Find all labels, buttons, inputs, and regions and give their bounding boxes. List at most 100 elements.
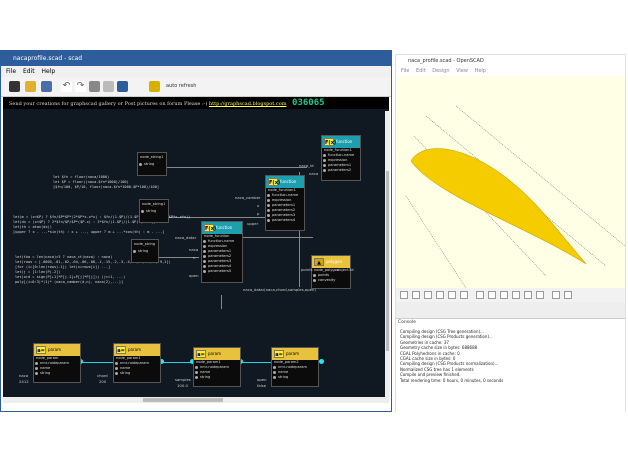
node-param[interactable]: a= param node_param1 nmr-nodeparam name s… — [193, 347, 241, 387]
node-header: function — [336, 139, 353, 144]
vertical-scrollbar[interactable] — [385, 111, 390, 397]
splitter[interactable] — [396, 302, 625, 318]
menu-help[interactable]: Help — [42, 68, 56, 75]
menu-file[interactable]: File — [6, 68, 16, 75]
openscad-window: naca_profile.scad - OpenSCAD File Edit D… — [395, 54, 626, 413]
port-label: naca_id — [299, 163, 314, 168]
window-title: naca_profile.scad - OpenSCAD — [408, 58, 484, 64]
connector-dot[interactable] — [319, 359, 324, 364]
node-header: function — [216, 225, 233, 230]
wire — [221, 295, 222, 309]
node-graph-canvas[interactable]: Send your creations for graphscad galler… — [3, 97, 389, 397]
node-string[interactable]: node_string string — [131, 239, 159, 263]
port-label: upper — [247, 221, 259, 226]
node-port: parameters5 — [202, 269, 242, 274]
zoom-out-icon[interactable] — [448, 291, 456, 299]
node-port: string — [114, 371, 160, 376]
preview-icon[interactable] — [400, 291, 408, 299]
node-port: string — [140, 209, 168, 214]
editor-title-bar: nacaprofile.scad - scad — [1, 51, 391, 66]
menu-view[interactable]: View — [456, 68, 468, 74]
save-icon[interactable] — [41, 81, 52, 92]
console-panel: Console Compiling design (CSG Tree gener… — [396, 318, 625, 413]
node-header: param — [286, 351, 299, 356]
new-file-icon[interactable] — [9, 81, 20, 92]
banner: Send your creations for graphscad galler… — [3, 97, 389, 109]
view-back-icon[interactable] — [536, 291, 544, 299]
view-all-icon[interactable] — [424, 291, 432, 299]
perspective-icon[interactable] — [552, 291, 560, 299]
paste-icon[interactable] — [117, 81, 128, 92]
port-label: object3d — [337, 267, 354, 272]
value-label: 200 — [99, 379, 107, 384]
refresh-icon[interactable] — [149, 81, 160, 92]
zoom-in-icon[interactable] — [436, 291, 444, 299]
node-function[interactable]: F(x) function node_function1 function-nam… — [265, 175, 305, 231]
3d-viewport[interactable] — [396, 76, 626, 289]
menu-help[interactable]: Help — [475, 68, 486, 74]
axes-icon[interactable] — [564, 291, 572, 299]
reset-view-icon[interactable] — [460, 291, 468, 299]
node-port: string — [194, 375, 240, 380]
function-icon: F(x) — [204, 224, 217, 232]
window-title: nacaprofile.scad - scad — [13, 55, 83, 62]
port-label: p — [257, 211, 260, 216]
horizontal-scrollbar[interactable] — [3, 397, 389, 403]
viewer-toolbar — [396, 288, 625, 302]
node-string[interactable]: node_string1 string — [137, 152, 167, 176]
view-front-icon[interactable] — [524, 291, 532, 299]
auto-refresh-label[interactable]: auto refresh — [166, 83, 196, 89]
port-label: n — [193, 255, 196, 260]
node-port: parameters2 — [322, 168, 360, 173]
menu-edit[interactable]: Edit — [23, 68, 35, 75]
node-title: node_string1 — [140, 155, 164, 159]
node-header: polygon — [326, 259, 342, 264]
node-header: param — [128, 347, 141, 352]
value-label: false — [257, 383, 267, 388]
param-icon: a= — [36, 346, 46, 354]
menu-design[interactable]: Design — [432, 68, 449, 74]
port-label: naca — [309, 171, 319, 176]
view-top-icon[interactable] — [476, 291, 484, 299]
editor-window: nacaprofile.scad - scad File Edit Help ↶… — [0, 50, 392, 412]
value-label: 2412 — [19, 379, 29, 384]
copy-icon[interactable] — [103, 81, 114, 92]
console-line: Total rendering time: 0 hours, 0 minutes… — [400, 377, 504, 383]
delete-icon[interactable] — [89, 81, 100, 92]
port-label: naca_datar(naca,chord,samples,open) — [243, 287, 316, 292]
console-output: Compiling design (CSG Tree generation)..… — [400, 329, 503, 383]
node-polygon[interactable]: ▲ polygon node_polygon points convexity — [311, 255, 351, 289]
function-icon: F(x) — [324, 138, 337, 146]
wire — [167, 167, 307, 168]
console-title: Console — [398, 320, 416, 325]
param-icon: a= — [116, 346, 126, 354]
node-param[interactable]: a= param node_param2 nmr-nodeparam name s… — [271, 347, 319, 387]
value-label: 100.0 — [177, 383, 188, 388]
menu-file[interactable]: File — [401, 68, 409, 74]
node-param[interactable]: a= param node_param nmr-nodeparam name st… — [33, 343, 81, 383]
node-string[interactable]: node_string1 string — [139, 199, 169, 223]
view-left-icon[interactable] — [500, 291, 508, 299]
view-right-icon[interactable] — [512, 291, 520, 299]
toolbar: ↶ ↷ auto refresh — [1, 77, 391, 97]
redo-icon[interactable]: ↷ — [75, 81, 86, 92]
version-number: 036065 — [292, 98, 325, 108]
code-block: let $fn = floor(naca/1000) let $P = floo… — [53, 175, 160, 189]
node-function[interactable]: F(x) function node_function function-name… — [201, 221, 243, 283]
port-label: naca_camber — [235, 195, 261, 200]
node-function[interactable]: F(x) function node_function1 function-nam… — [321, 135, 361, 181]
node-port: convexity — [312, 278, 350, 283]
port-label: points — [301, 267, 313, 272]
render-icon[interactable] — [412, 291, 420, 299]
node-port: string — [34, 371, 80, 376]
port-label: open — [189, 273, 199, 278]
value-label: open — [257, 377, 267, 382]
undo-icon[interactable]: ↶ — [61, 81, 72, 92]
node-param[interactable]: a= param node_param1 nmr-nodeparam name s… — [113, 343, 161, 383]
banner-link[interactable]: http://graphscad.blogspot.com — [209, 101, 287, 107]
open-folder-icon[interactable] — [25, 81, 36, 92]
view-bottom-icon[interactable] — [488, 291, 496, 299]
node-port: string — [132, 249, 158, 254]
node-header: function — [280, 179, 297, 184]
menu-edit[interactable]: Edit — [416, 68, 426, 74]
